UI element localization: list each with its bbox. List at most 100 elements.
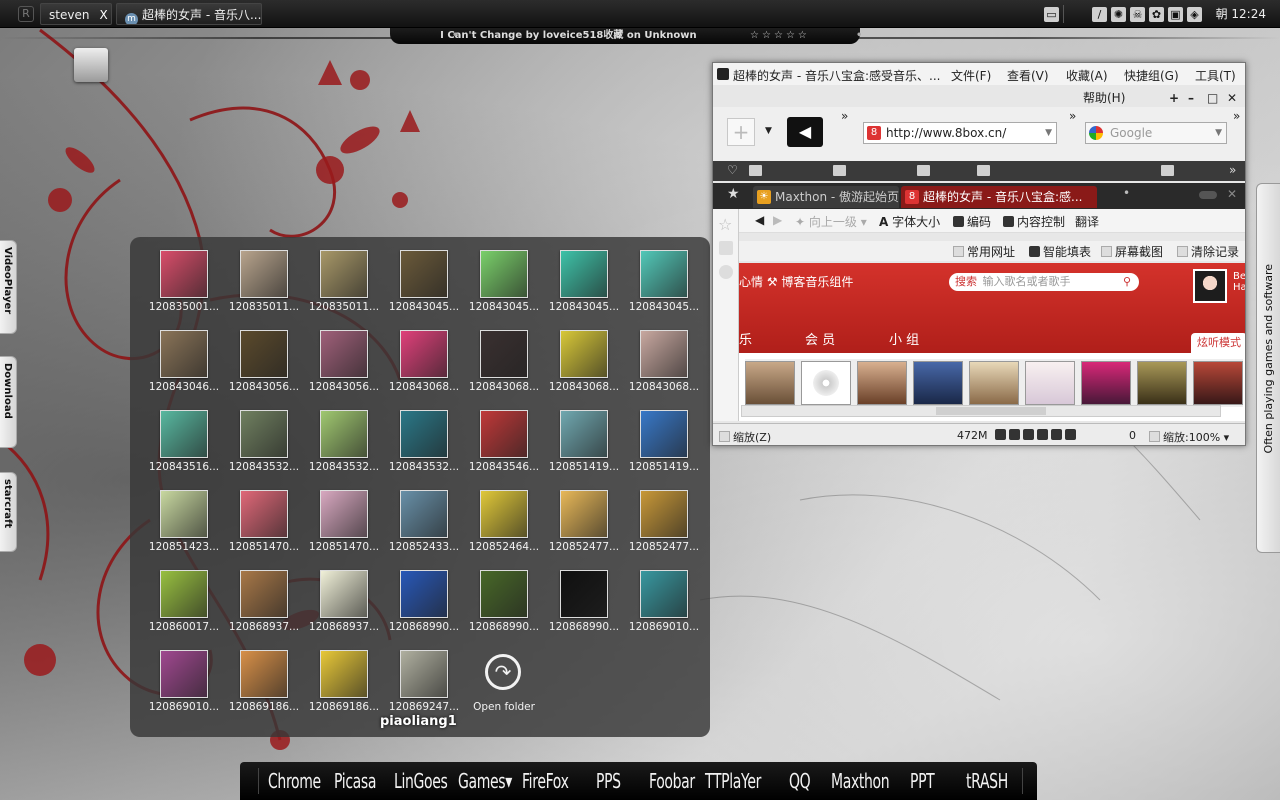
stack-image-item[interactable]: 120852477... xyxy=(624,477,704,557)
resource-icon[interactable] xyxy=(995,429,1006,440)
album-cover[interactable] xyxy=(1081,361,1131,405)
new-tab-icon[interactable]: + xyxy=(727,118,755,146)
task-button-steven[interactable]: steven X xyxy=(40,3,112,25)
side-tab-download[interactable]: Download xyxy=(0,356,17,448)
stack-image-item[interactable]: 120843068... xyxy=(464,317,544,397)
stack-image-item[interactable]: 120843056... xyxy=(224,317,304,397)
stack-image-item[interactable]: 120868937... xyxy=(304,557,384,637)
slash-app-icon[interactable]: / xyxy=(1092,6,1107,22)
side-tab-games-software[interactable]: Often playing games and software xyxy=(1256,183,1280,553)
folder-icon[interactable] xyxy=(1161,165,1174,176)
stack-image-item[interactable]: 120843068... xyxy=(544,317,624,397)
stack-image-item[interactable]: 120843546... xyxy=(464,397,544,477)
skull-icon[interactable]: ☠ xyxy=(1130,6,1145,22)
network-icon[interactable]: ◈ xyxy=(1187,6,1202,22)
stack-image-item[interactable]: 120843045... xyxy=(464,237,544,317)
folder-icon[interactable] xyxy=(977,165,990,176)
window-list-icon[interactable]: ▭ xyxy=(1044,6,1059,22)
stack-image-item[interactable]: 120869186... xyxy=(224,637,304,717)
stack-image-item[interactable]: 120852433... xyxy=(384,477,464,557)
album-cover[interactable] xyxy=(969,361,1019,405)
menu-favorites[interactable]: 收藏(A) xyxy=(1066,67,1108,84)
rating-stars[interactable]: ☆☆☆☆☆ xyxy=(750,30,810,41)
font-size-button[interactable]: A 字体大小 xyxy=(879,213,940,230)
open-folder-button[interactable]: ↷ Open folder xyxy=(464,637,544,717)
stack-image-item[interactable]: 120843046... xyxy=(144,317,224,397)
close-icon[interactable]: ✕ xyxy=(1227,91,1237,105)
minimize-icon[interactable]: – xyxy=(1188,91,1194,105)
folder-icon[interactable] xyxy=(1037,429,1048,440)
tab-8box[interactable]: 8 超棒的女声 - 音乐八宝盒:感... xyxy=(901,186,1097,208)
stack-image-item[interactable]: 120869247... xyxy=(384,637,464,717)
browser-titlebar[interactable]: 超棒的女声 - 音乐八宝盒:感受音乐、... 文件(F) 查看(V) 收藏(A)… xyxy=(713,63,1245,85)
stack-image-item[interactable]: 120851419... xyxy=(624,397,704,477)
stack-image-item[interactable]: 120843045... xyxy=(544,237,624,317)
site-search-input[interactable]: 搜索 输入歌名或者歌手 ⚲ xyxy=(949,273,1139,291)
stamp-icon[interactable] xyxy=(1023,429,1034,440)
star-icon[interactable]: ★ xyxy=(727,186,740,202)
chevron-down-icon[interactable]: ▼ xyxy=(1045,123,1052,143)
eraser-icon[interactable] xyxy=(1051,429,1062,440)
dock-item-chrome[interactable]: Chrome xyxy=(268,766,321,796)
folder-icon[interactable] xyxy=(833,165,846,176)
site-nav-music[interactable]: 乐 xyxy=(739,329,752,348)
folder-icon[interactable] xyxy=(749,165,762,176)
stack-image-item[interactable]: 120869010... xyxy=(624,557,704,637)
zoom-level[interactable]: 缩放:100% ▾ xyxy=(1149,429,1229,445)
side-tab-videoplayer[interactable]: VideoPlayer xyxy=(0,240,17,334)
common-urls-button[interactable]: 常用网址 xyxy=(953,243,1015,260)
panel-icon[interactable] xyxy=(719,241,733,255)
stack-image-item[interactable]: 120868990... xyxy=(544,557,624,637)
menu-groups[interactable]: 快捷组(G) xyxy=(1124,67,1179,84)
stack-image-item[interactable]: 120868990... xyxy=(464,557,544,637)
stack-image-item[interactable]: 120843532... xyxy=(384,397,464,477)
stack-image-item[interactable]: 120868937... xyxy=(224,557,304,637)
lightning-icon[interactable] xyxy=(1009,429,1020,440)
stack-image-item[interactable]: 120852464... xyxy=(464,477,544,557)
clear-history-button[interactable]: 清除记录 xyxy=(1177,243,1239,260)
dock-item-maxthon[interactable]: Maxthon xyxy=(831,766,890,796)
back-button[interactable]: ◀ xyxy=(787,117,823,147)
encoding-button[interactable]: 编码 xyxy=(953,213,991,230)
stack-image-item[interactable]: 120835011... xyxy=(224,237,304,317)
stack-image-item[interactable]: 120851470... xyxy=(304,477,384,557)
stack-image-item[interactable]: 120843516... xyxy=(144,397,224,477)
stack-image-item[interactable]: 120851470... xyxy=(224,477,304,557)
system-menu-icon[interactable]: R xyxy=(18,6,34,22)
new-window-icon[interactable]: + xyxy=(1169,91,1179,105)
stack-image-item[interactable]: 120843045... xyxy=(384,237,464,317)
radar-icon[interactable]: ✺ xyxy=(1111,6,1126,22)
stack-image-item[interactable]: 120835001... xyxy=(144,237,224,317)
tab-maxthon-start[interactable]: ☀ Maxthon - 傲游起始页 xyxy=(753,186,899,208)
chevron-down-icon[interactable]: ▼ xyxy=(765,126,772,136)
scrollbar-thumb[interactable] xyxy=(936,407,1046,415)
site-widget-link[interactable]: 心情 ⚒ 博客音乐组件 xyxy=(739,273,853,290)
close-tab-icon[interactable]: ✕ xyxy=(1227,187,1237,201)
stack-image-item[interactable]: 120851423... xyxy=(144,477,224,557)
album-cover[interactable] xyxy=(913,361,963,405)
stack-image-item[interactable]: 120843068... xyxy=(624,317,704,397)
stack-image-item[interactable]: 120843056... xyxy=(304,317,384,397)
stack-image-item[interactable]: 120851419... xyxy=(544,397,624,477)
dock-item-games[interactable]: Games▾ xyxy=(458,766,512,796)
close-icon[interactable]: X xyxy=(99,8,107,22)
album-cover[interactable] xyxy=(801,361,851,405)
album-cover[interactable] xyxy=(1025,361,1075,405)
stack-image-item[interactable]: 120843045... xyxy=(624,237,704,317)
album-cover[interactable] xyxy=(857,361,907,405)
address-bar[interactable]: 8 http://www.8box.cn/ ▼ xyxy=(863,122,1057,144)
chevron-double-right-icon[interactable]: » xyxy=(1229,163,1236,177)
stack-image-item[interactable]: 120869186... xyxy=(304,637,384,717)
stack-image-item[interactable]: 120843068... xyxy=(384,317,464,397)
dock-item-trash[interactable]: tRASH xyxy=(966,766,1008,796)
up-level-button[interactable]: ✦ 向上一级 ▾ xyxy=(795,213,867,230)
search-icon[interactable]: ⚲ xyxy=(1123,273,1131,291)
panel-icon[interactable] xyxy=(719,265,733,279)
favorites-icon[interactable]: ☆ xyxy=(718,215,732,234)
stack-image-item[interactable]: 120843532... xyxy=(304,397,384,477)
back-arrow-icon[interactable]: ◀ xyxy=(755,213,764,227)
site-nav-groups[interactable]: 小 组 xyxy=(889,329,919,348)
chevron-double-right-icon[interactable]: » xyxy=(841,109,848,123)
site-nav-members[interactable]: 会 员 xyxy=(805,329,835,348)
menu-tools[interactable]: 工具(T) xyxy=(1195,67,1236,84)
